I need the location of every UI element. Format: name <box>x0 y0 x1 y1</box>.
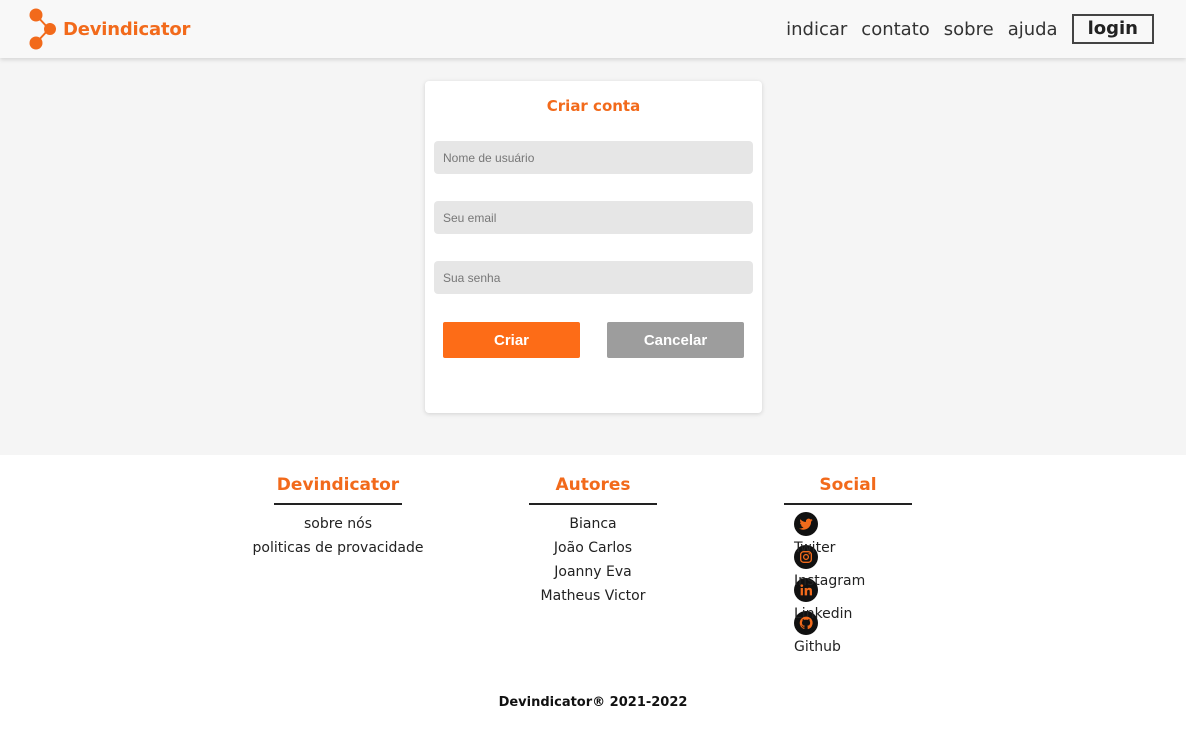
main-nav: indicar contato sobre ajuda login <box>772 14 1154 44</box>
footer-link-privacy[interactable]: politicas de provacidade <box>208 536 468 560</box>
form-title: Criar conta <box>546 97 641 115</box>
footer-brand-column: Devindicator sobre nós politicas de prov… <box>208 475 468 560</box>
nav-link-sobre[interactable]: sobre <box>944 19 994 40</box>
username-field[interactable] <box>434 141 753 174</box>
logo-icon <box>29 8 56 50</box>
password-field[interactable] <box>434 261 753 294</box>
email-field[interactable] <box>434 201 753 234</box>
social-list: Twiter Instagram Linkedin Github <box>784 512 912 655</box>
author-name: João Carlos <box>553 540 633 556</box>
footer-social-column: Social Twiter Instagram Linkedin Github <box>718 475 978 655</box>
cancel-button[interactable]: Cancelar <box>607 322 744 358</box>
author-name: Joanny Eva <box>554 564 632 580</box>
divider <box>529 503 657 505</box>
nav-link-indicar[interactable]: indicar <box>786 19 847 40</box>
copyright-text: Devindicator® 2021-2022 <box>498 695 688 710</box>
footer-authors-title: Autores <box>555 475 631 495</box>
brand-logo[interactable]: Devindicator <box>28 7 190 51</box>
nav-link-ajuda[interactable]: ajuda <box>1008 19 1058 40</box>
social-link-github[interactable]: Github <box>794 611 912 655</box>
page-footer: Devindicator sobre nós politicas de prov… <box>0 455 1186 738</box>
top-header: Devindicator indicar contato sobre ajuda… <box>0 0 1186 58</box>
brand-name: Devindicator <box>63 18 191 40</box>
footer-brand-title: Devindicator <box>276 475 400 495</box>
nav-link-contato[interactable]: contato <box>861 19 929 40</box>
create-account-button[interactable]: Criar <box>443 322 580 358</box>
footer-authors-column: Autores Bianca João Carlos Joanny Eva Ma… <box>463 475 723 608</box>
author-name: Bianca <box>569 516 617 532</box>
twitter-icon <box>794 512 818 536</box>
social-label: Github <box>794 639 841 655</box>
footer-social-title: Social <box>819 475 877 495</box>
social-link-twitter[interactable]: Twiter <box>794 512 912 556</box>
main-content: Criar conta Criar Cancelar <box>0 58 1186 455</box>
author-name: Matheus Victor <box>540 588 646 604</box>
social-link-instagram[interactable]: Instagram <box>794 545 912 589</box>
login-button[interactable]: login <box>1071 14 1154 44</box>
divider <box>784 503 912 505</box>
signup-card: Criar conta Criar Cancelar <box>425 81 762 413</box>
divider <box>274 503 402 505</box>
footer-link-about[interactable]: sobre nós <box>208 512 468 536</box>
